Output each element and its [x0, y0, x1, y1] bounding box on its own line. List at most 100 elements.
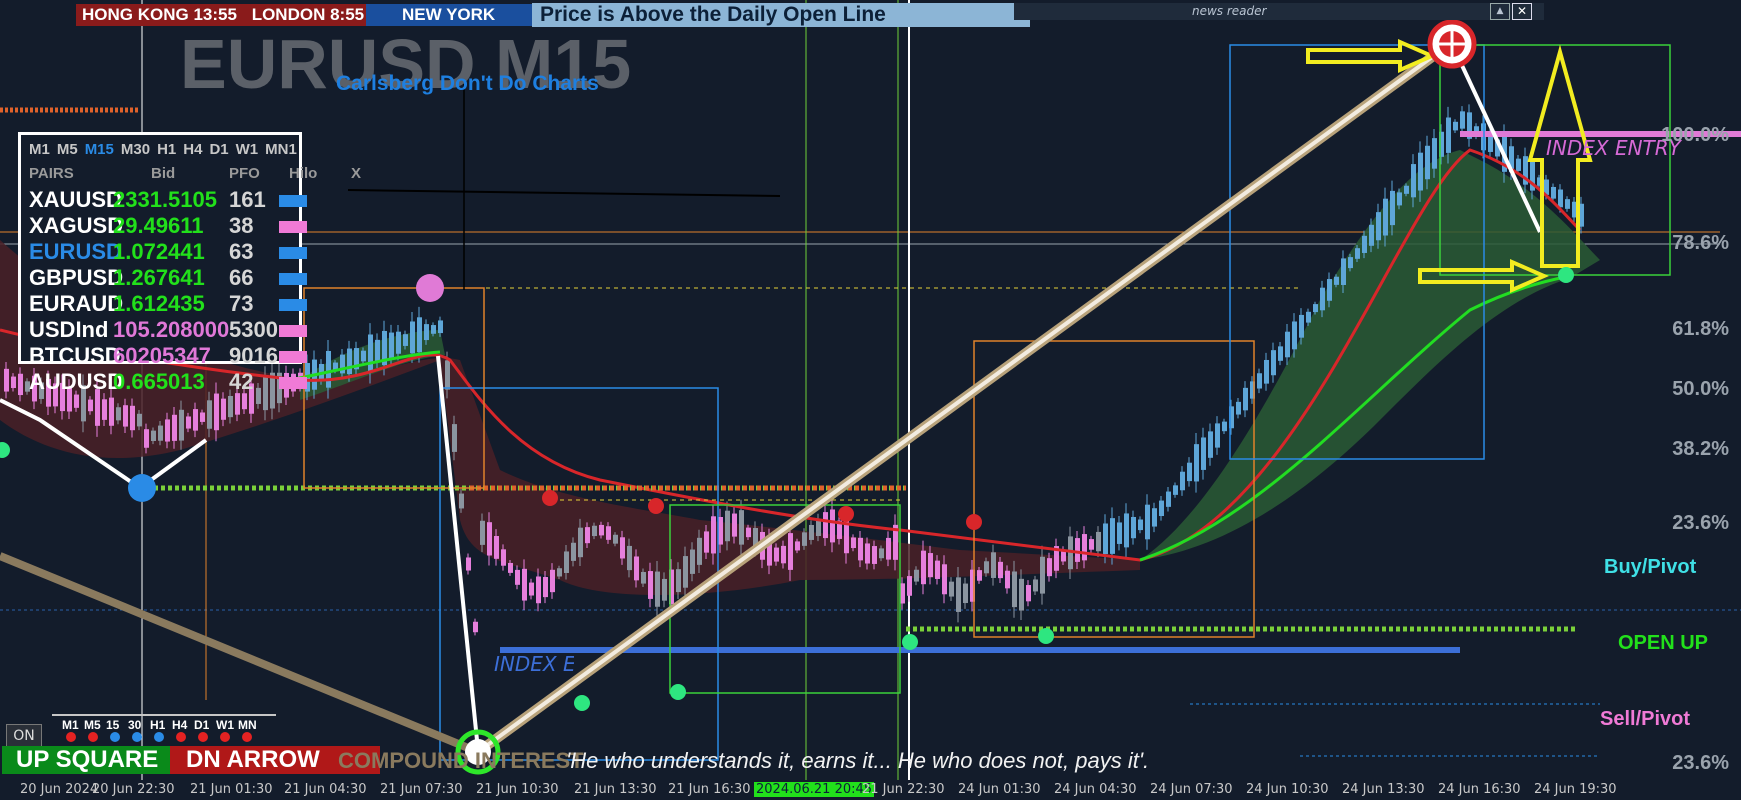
candle-body [1516, 158, 1521, 171]
session-clock-bar: HONG KONG 13:55 LONDON 8:55 [76, 4, 371, 26]
candle-body [732, 513, 737, 537]
timeframe-m30[interactable]: M30 [121, 141, 150, 158]
candle-body [788, 533, 793, 570]
candle-body [109, 397, 114, 426]
pair-bid: 29.49611 [113, 213, 204, 238]
pair-symbol: AUDUSD [29, 369, 124, 394]
time-axis-label: 21 Jun 16:30 [668, 782, 751, 797]
timeframe-m15[interactable]: M15 [85, 141, 114, 158]
candle-body [494, 536, 499, 559]
candle-body [102, 399, 107, 420]
candle-body [1152, 508, 1157, 527]
timeframe-h1[interactable]: H1 [157, 141, 176, 158]
header-x[interactable]: X [351, 165, 361, 182]
timeframe-m5[interactable]: M5 [57, 141, 78, 158]
candle-body [1257, 373, 1262, 389]
time-axis-label: 21 Jun 10:30 [476, 782, 559, 797]
pair-pfo: 73 [229, 291, 254, 316]
timeframe-mn1[interactable]: MN1 [265, 141, 297, 158]
candle-body [1208, 431, 1213, 458]
timeframe-w1[interactable]: W1 [236, 141, 259, 158]
mini-tf-label[interactable]: H1 [150, 718, 165, 732]
candle-body [1565, 199, 1570, 209]
candle-body [116, 407, 121, 421]
close-button[interactable]: ✕ [1512, 3, 1532, 20]
candle-body [88, 399, 93, 412]
candle-body [473, 621, 478, 633]
candle-body [1047, 558, 1052, 577]
candle-body [1418, 152, 1423, 191]
candle-body [1299, 314, 1304, 338]
candle-body [389, 332, 394, 359]
candle-body [795, 541, 800, 551]
candle-body [158, 425, 163, 441]
candle-body [417, 317, 422, 353]
candle-body [921, 550, 926, 585]
mini-tf-label[interactable]: 15 [106, 718, 119, 732]
candle-body [935, 560, 940, 579]
candle-body [1348, 257, 1353, 269]
mini-timeframe-strip: M1 M5 15 30 H1 H4 D1 W1 MN [52, 714, 276, 742]
mini-tf-label[interactable]: D1 [194, 718, 209, 732]
candle-body [1243, 387, 1248, 411]
pair-bid: 1.267641 [113, 265, 205, 290]
candle-body [711, 516, 716, 554]
candle-body [914, 569, 919, 582]
pair-symbol: BTCUSD [29, 343, 121, 368]
pair-symbol: EURAUD [29, 291, 124, 316]
time-axis-label: 21 Jun 13:30 [574, 782, 657, 797]
mini-tf-label[interactable]: M1 [62, 718, 79, 732]
candle-body [459, 493, 464, 509]
candle-body [592, 525, 597, 537]
candle-body [508, 562, 513, 573]
up-square-button[interactable]: UP SQUARE [2, 746, 180, 774]
candle-body [1222, 421, 1227, 432]
candle-body [928, 553, 933, 578]
candle-body [137, 413, 142, 427]
candle-body [410, 321, 415, 354]
fib-level: 38.2% [1672, 438, 1729, 460]
candle-body [326, 350, 331, 388]
candle-body [1005, 570, 1010, 589]
header-hilo: Hilo [289, 165, 318, 182]
header-pfo: PFO [229, 165, 260, 182]
mini-tf-label[interactable]: 30 [128, 718, 141, 732]
candle-body [1040, 556, 1045, 594]
candle-body [1425, 145, 1430, 180]
minimize-button[interactable]: ▲ [1490, 3, 1510, 20]
candle-body [1264, 359, 1269, 384]
timeframe-h4[interactable]: H4 [183, 141, 202, 158]
mini-tf-label[interactable]: MN [238, 718, 257, 732]
pair-symbol: XAUUSD [29, 187, 122, 212]
candle-body [1460, 111, 1465, 129]
mini-tf-label[interactable]: M5 [84, 718, 101, 732]
mini-tf-label[interactable]: W1 [216, 718, 234, 732]
on-toggle-button[interactable]: ON [6, 724, 42, 748]
candle-body [193, 409, 198, 431]
candle-body [1173, 485, 1178, 495]
candle-body [515, 569, 520, 585]
candle-body [704, 531, 709, 553]
mini-tf-dot [242, 732, 252, 742]
candle-body [1159, 500, 1164, 517]
candle-body [1103, 523, 1108, 555]
timeframe-m1[interactable]: M1 [29, 141, 50, 158]
candle-body [256, 387, 261, 404]
candle-body [242, 393, 247, 410]
candle-body [1138, 519, 1143, 531]
pair-pfo: 63 [229, 239, 254, 264]
price-chart[interactable] [0, 0, 1741, 800]
candle-body [1012, 571, 1017, 608]
candle-body [165, 419, 170, 442]
mini-tf-dot [176, 732, 186, 742]
mini-tf-dot [132, 732, 142, 742]
candle-body [1271, 350, 1276, 376]
mini-tf-label[interactable]: H4 [172, 718, 187, 732]
candle-body [879, 548, 884, 559]
chart-window: HONG KONG 13:55 LONDON 8:55 NEW YORK Pri… [0, 0, 1741, 800]
candle-body [1411, 164, 1416, 198]
candle-body [403, 334, 408, 346]
candle-body [151, 430, 156, 442]
hong-kong-label: HONG KONG [82, 5, 189, 24]
timeframe-d1[interactable]: D1 [209, 141, 228, 158]
